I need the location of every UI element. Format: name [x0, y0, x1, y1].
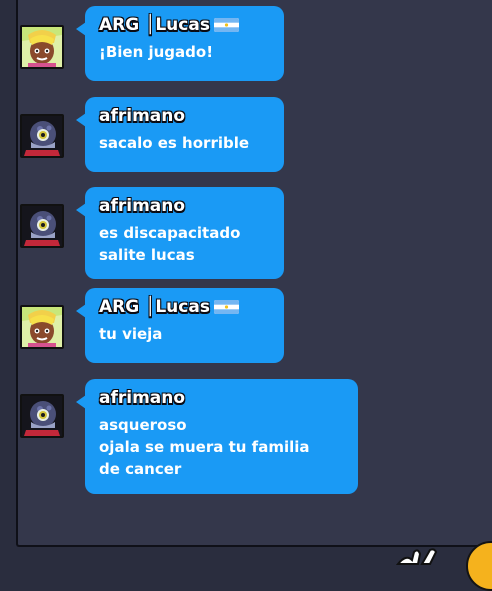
message-line: tu vieja — [99, 325, 163, 343]
author-name: afrimano — [99, 106, 186, 126]
message-bubble: afrimano sacalo es horrible — [76, 97, 284, 172]
argentina-flag-icon — [213, 17, 239, 32]
author-name: ARG │Lucas — [99, 15, 210, 35]
author-name: afrimano — [99, 388, 186, 408]
lucas-avatar[interactable] — [20, 25, 64, 69]
argentina-flag-icon — [213, 299, 239, 314]
author-name: ARG │Lucas — [99, 297, 210, 317]
message-author: ARG │Lucas — [99, 297, 270, 318]
message-bubble: afrimano es discapacitado salite lucas — [76, 187, 284, 279]
author-name: afrimano — [99, 196, 186, 216]
message-line: asqueroso — [99, 416, 187, 434]
message-line: ojala se muera tu familia — [99, 438, 310, 456]
hand-wave-icon[interactable] — [395, 548, 442, 572]
message-author: ARG │Lucas — [99, 15, 270, 36]
message-bubble: ARG │Lucas tu vieja — [76, 288, 284, 363]
message-author: afrimano — [99, 106, 270, 127]
message-bubble: ARG │Lucas ¡Bien jugado! — [76, 6, 284, 81]
action-button-icon[interactable] — [466, 541, 492, 591]
message-line: ¡Bien jugado! — [99, 43, 214, 61]
lucas-avatar[interactable] — [20, 305, 64, 349]
message-author: afrimano — [99, 196, 270, 217]
message-author: afrimano — [99, 388, 344, 409]
message-line: de cancer — [99, 460, 182, 478]
message-line: sacalo es horrible — [99, 134, 250, 152]
message-line: es discapacitado — [99, 224, 241, 242]
message-bubble: afrimano asqueroso ojala se muera tu fam… — [76, 379, 358, 494]
afrimano-avatar[interactable] — [20, 114, 64, 158]
afrimano-avatar[interactable] — [20, 204, 64, 248]
message-line: salite lucas — [99, 246, 195, 264]
afrimano-avatar[interactable] — [20, 394, 64, 438]
